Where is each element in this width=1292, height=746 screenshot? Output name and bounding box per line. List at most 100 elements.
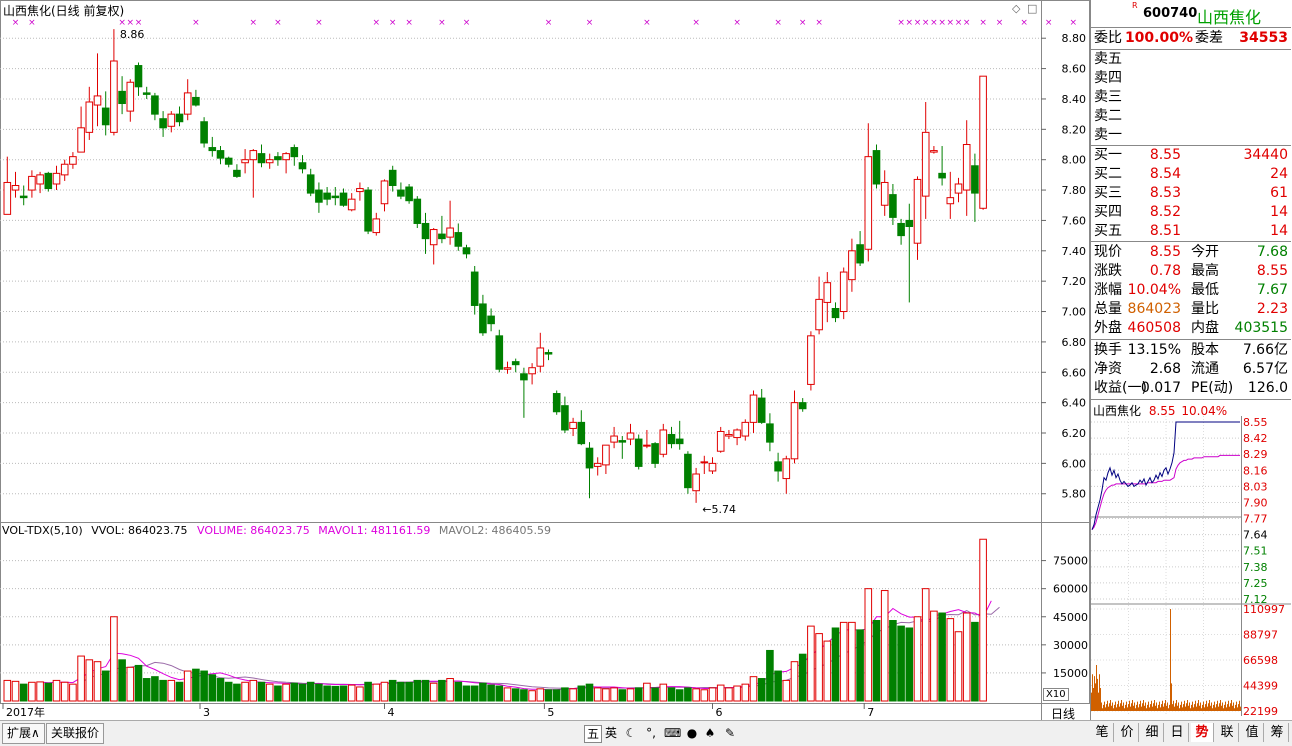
square-icon[interactable]: □ [1027, 2, 1037, 15]
tab-detail[interactable]: 细 [1141, 723, 1164, 742]
candle-body-down [774, 461, 782, 472]
volume-bar-down [757, 678, 766, 702]
volume-axis-label: 75000 [1053, 555, 1088, 568]
volume-indicator-name[interactable]: VOL-TDX(5,10) [2, 524, 83, 537]
candle-body-down [364, 189, 372, 232]
divider [1091, 339, 1291, 340]
signal-x-mark: × [118, 18, 126, 28]
tab-trend[interactable]: 势 [1191, 723, 1214, 742]
candle-body-up [921, 131, 930, 197]
volume-bar-down [938, 612, 946, 702]
candle-body-up [69, 156, 77, 165]
volume-bar-up [69, 683, 77, 702]
buy-row-5[interactable]: 买五 8.51 14 [1091, 222, 1291, 241]
signal-x-mark: × [906, 18, 914, 28]
candle-body-down [200, 121, 208, 144]
volume-bar-down [159, 679, 167, 702]
volume-bar-up [807, 625, 815, 702]
volume-bar-down [192, 668, 200, 702]
candle-body-up [602, 444, 610, 466]
tab-price[interactable]: 价 [1116, 723, 1139, 742]
intraday-volume-tick: 88797 [1243, 629, 1278, 642]
volume-bar-up [962, 612, 971, 702]
tab-trades[interactable]: 笔 [1091, 723, 1114, 742]
signal-x-mark: × [545, 18, 553, 28]
current-price: 8.55 [1149, 244, 1181, 260]
buy4-price: 8.52 [1149, 204, 1181, 220]
candle-body-down [159, 118, 167, 129]
candle [962, 120, 971, 216]
volume-bar-up [282, 683, 290, 702]
expand-tab[interactable]: 扩展∧ [2, 723, 45, 744]
ime-english-icon[interactable]: 英 [603, 725, 619, 741]
tab-chips[interactable]: 筹 [1266, 723, 1289, 742]
candle-body-down [561, 405, 569, 431]
volume-bar-up [93, 661, 102, 702]
candle [839, 267, 848, 320]
volume-bar-down [274, 685, 282, 702]
volume-bar-up [659, 683, 668, 702]
stat-label: 量比 [1191, 301, 1219, 317]
diamond-icon[interactable]: ◇ [1012, 2, 1020, 15]
moon-icon[interactable]: ☾ [623, 725, 639, 741]
bottom-toolbar: 扩展∧ 关联报价 五 英 ☾ °, ⌨ ● ♠ ✎ 笔 价 细 日 势 联 值 … [0, 720, 1292, 746]
candle [872, 144, 881, 189]
price-axis-label: 8.60 [1062, 63, 1087, 76]
buy1-vol: 34440 [1243, 147, 1288, 163]
buy-row-2[interactable]: 买二 8.54 24 [1091, 165, 1291, 184]
candle-body-down [479, 303, 487, 334]
high-price: 8.55 [1256, 263, 1288, 279]
signal-x-mark: × [135, 18, 143, 28]
buy-row-4[interactable]: 买四 8.52 14 [1091, 203, 1291, 222]
candle [807, 331, 815, 391]
candle [208, 136, 217, 157]
candle-body-up [528, 367, 536, 375]
candle-body-down [757, 397, 766, 423]
low-price-label: ←5.74 [702, 502, 737, 516]
stat-row-volume: 总量 864023 量比 2.23 [1091, 300, 1291, 319]
low-price: 7.67 [1256, 282, 1288, 298]
volume-bar-up [602, 688, 610, 702]
tab-value[interactable]: 值 [1241, 723, 1264, 742]
signal-x-mark: × [586, 18, 594, 28]
user-icon[interactable]: ● [684, 725, 700, 741]
candle-body-down [257, 153, 266, 164]
candle [856, 231, 864, 266]
candle [19, 185, 28, 206]
candle [380, 179, 389, 212]
wrench-icon[interactable]: ✎ [722, 725, 738, 741]
volume-bar-down [134, 664, 143, 702]
volume-bar-down [315, 683, 323, 702]
stat-row-netasset: 净资 2.68 流通 6.57亿 [1091, 360, 1291, 379]
related-quotes-tab[interactable]: 关联报价 [46, 723, 105, 744]
volume-bar-down [651, 687, 659, 702]
candle [446, 200, 454, 245]
price-axis-label: 8.80 [1062, 32, 1087, 45]
candle [905, 203, 914, 303]
tab-link[interactable]: 联 [1216, 723, 1239, 742]
buy-row-3[interactable]: 买三 8.53 61 [1091, 184, 1291, 203]
intraday-chart[interactable]: 8.55 8.42 8.29 8.16 8.03 7.90 7.77 7.64 7.51 7.38… [1091, 416, 1291, 716]
keyboard-icon[interactable]: ⌨ [664, 725, 681, 741]
candle-body-down [897, 222, 905, 237]
tab-daily[interactable]: 日 [1166, 723, 1189, 742]
signal-x-mark: × [955, 18, 963, 28]
candle-body-up [380, 180, 389, 205]
volume-bar-down [454, 681, 463, 702]
shirt-icon[interactable]: ♠ [702, 725, 718, 741]
volume-bar-up [356, 686, 364, 702]
date-axis-label: 5 [547, 706, 554, 719]
kline-svg[interactable]: × × × × × × × × × × × × × × × × × × × × × × × × × × × × × × × × × × × × 8.8… [0, 0, 1090, 720]
volume-bar-down [462, 685, 471, 702]
candle [175, 106, 184, 127]
buy-row-1[interactable]: 买一 8.55 34440 [1091, 146, 1291, 165]
ime-mode-icon[interactable]: 五 [584, 725, 602, 743]
candle [667, 426, 676, 449]
signal-x-mark: × [192, 18, 200, 28]
candle [692, 467, 700, 503]
punctuation-icon[interactable]: °, [643, 725, 659, 741]
kline-chart-area[interactable]: × × × × × × × × × × × × × × × × × × × × × × × × × × × × × × × × × × × × 8.8… [0, 0, 1090, 721]
candle [356, 182, 364, 201]
candle [528, 363, 536, 385]
sell1-label: 卖一 [1094, 127, 1122, 143]
